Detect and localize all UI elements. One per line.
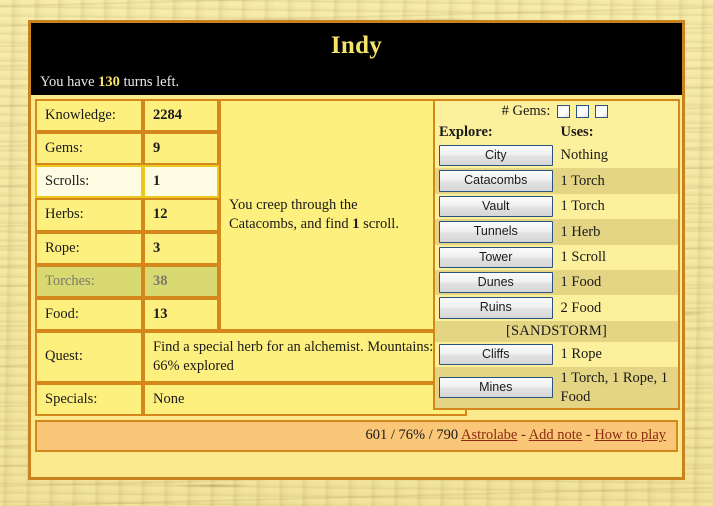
uses-header-label: Uses: [560, 124, 594, 140]
explore-uses-city: Nothing [560, 147, 609, 164]
explore-button-dunes[interactable]: Dunes [439, 271, 553, 294]
stat-value-herbs: 12 [143, 198, 219, 232]
message-line-2-pre: Catacombs, and find [229, 215, 353, 232]
table-row: Knowledge: 2284 You creep through the Ca… [35, 99, 467, 331]
explore-row-ruins: Ruins 2 Food [435, 295, 678, 320]
explore-row-tower: Tower 1 Scroll [435, 245, 678, 270]
gems-row: # Gems: [435, 101, 678, 122]
specials-value: None [143, 383, 467, 417]
stat-label-rope: Rope: [35, 231, 143, 265]
add-note-link[interactable]: Add note [529, 427, 583, 443]
explore-button-vault[interactable]: Vault [439, 195, 553, 218]
explore-row-cliffs: Cliffs 1 Rope [435, 342, 678, 367]
footer-separator-2: - [585, 427, 591, 444]
explore-button-cell-ruins: Ruins [435, 295, 557, 320]
astrolabe-link[interactable]: Astrolabe [461, 427, 517, 443]
table-row-specials: Specials: None [35, 383, 467, 417]
explore-button-cell-cliffs: Cliffs [435, 342, 557, 367]
stat-label-food: Food: [35, 297, 143, 331]
explore-row-city: City Nothing [435, 143, 678, 168]
page-title: Indy [330, 32, 383, 59]
game-window: Indy You have 130 turns left. Knowledge:… [28, 20, 685, 480]
stat-value-rope: 3 [143, 231, 219, 265]
explore-button-cell-dunes: Dunes [435, 269, 557, 296]
explore-uses-cliffs: 1 Rope [560, 346, 602, 363]
explore-uses-vault: 1 Torch [560, 198, 605, 215]
stat-value-torches: 38 [143, 264, 219, 298]
explore-header-label: Explore: [439, 124, 493, 140]
game-body: Knowledge: 2284 You creep through the Ca… [31, 95, 682, 417]
message-line-2: Catacombs, and find 1 scroll. [229, 215, 457, 234]
message-cell: You creep through the Catacombs, and fin… [219, 99, 467, 331]
explore-button-ruins[interactable]: Ruins [439, 297, 553, 319]
explore-row-dunes: Dunes 1 Food [435, 269, 678, 296]
stats-table: Knowledge: 2284 You creep through the Ca… [35, 99, 467, 417]
game-header: Indy You have 130 turns left. [31, 23, 682, 95]
turns-count: 130 [98, 74, 120, 90]
turns-remaining: You have 130 turns left. [40, 74, 179, 91]
stat-value-knowledge: 2284 [143, 99, 219, 133]
quest-line-1: Find a special herb for an alchemist. [153, 338, 364, 355]
explore-row-tunnels: Tunnels 1 Herb [435, 219, 678, 245]
sandstorm-banner: [SANDSTORM] [435, 320, 678, 342]
explore-button-catacombs[interactable]: Catacombs [439, 170, 553, 192]
turns-suffix: turns left. [119, 74, 180, 90]
sandstorm-row: [SANDSTORM] [435, 320, 678, 342]
gems-label: # Gems: [501, 103, 551, 119]
explore-button-cell-tower: Tower [435, 245, 557, 270]
footer-separator-1: - [520, 427, 526, 444]
explore-button-cell-tunnels: Tunnels [435, 219, 557, 245]
explore-button-cell-city: City [435, 143, 557, 168]
explore-button-city[interactable]: City [439, 145, 553, 167]
message-line-1: You creep through the [229, 196, 358, 213]
stat-label-scrolls: Scrolls: [35, 165, 143, 199]
explore-uses-tower: 1 Scroll [560, 248, 607, 265]
stat-label-herbs: Herbs: [35, 198, 143, 232]
explore-button-tower[interactable]: Tower [439, 246, 553, 268]
how-to-play-link[interactable]: How to play [594, 427, 666, 443]
explore-uses-mines: 1 Torch, 1 Rope, 1 Food [556, 367, 678, 409]
explore-button-tunnels[interactable]: Tunnels [439, 221, 553, 243]
explore-button-cell-catacombs: Catacombs [435, 168, 557, 194]
gem-checkbox-1[interactable] [557, 105, 571, 119]
stat-value-food: 13 [143, 297, 219, 331]
turns-prefix: You have [40, 74, 99, 90]
stats-column: Knowledge: 2284 You creep through the Ca… [35, 99, 467, 417]
explore-button-cell-mines: Mines [435, 367, 557, 409]
explore-row-mines: Mines 1 Torch, 1 Rope, 1 Food [435, 367, 678, 409]
table-row-quest: Quest: Find a special herb for an alchem… [35, 330, 467, 384]
explore-header-row: Explore: Uses: [435, 122, 678, 143]
quest-label: Quest: [35, 330, 143, 384]
explore-uses-catacombs: 1 Torch [556, 168, 678, 194]
explore-table: # Gems: Explore: Uses: City Nothing Cata… [433, 99, 680, 411]
gem-checkbox-3[interactable] [595, 105, 609, 119]
quest-value: Find a special herb for an alchemist. Mo… [143, 330, 467, 384]
explore-row-catacombs: Catacombs 1 Torch [435, 168, 678, 194]
message-line-2-post: scroll. [359, 215, 399, 232]
explore-button-cliffs[interactable]: Cliffs [439, 343, 553, 365]
stat-value-gems: 9 [143, 132, 219, 166]
explore-uses-tunnels: 1 Herb [556, 219, 678, 245]
stat-label-gems: Gems: [35, 132, 143, 166]
gem-checkbox-2[interactable] [576, 105, 590, 119]
stat-label-knowledge: Knowledge: [35, 99, 143, 133]
explore-row-vault: Vault 1 Torch [435, 194, 678, 219]
explore-button-cell-vault: Vault [435, 194, 557, 219]
gems-cell: # Gems: [435, 101, 678, 122]
specials-label: Specials: [35, 383, 143, 417]
stat-value-scrolls: 1 [143, 165, 219, 199]
explore-uses-ruins: 2 Food [560, 299, 602, 316]
explore-column: # Gems: Explore: Uses: City Nothing Cata… [433, 99, 680, 411]
game-footer: 601 / 76% / 790 Astrolabe - Add note - H… [35, 420, 678, 453]
score-readout: 601 / 76% / 790 [365, 427, 459, 444]
explore-button-mines[interactable]: Mines [439, 376, 553, 399]
stat-label-torches: Torches: [35, 264, 143, 298]
explore-uses-dunes: 1 Food [556, 269, 678, 296]
